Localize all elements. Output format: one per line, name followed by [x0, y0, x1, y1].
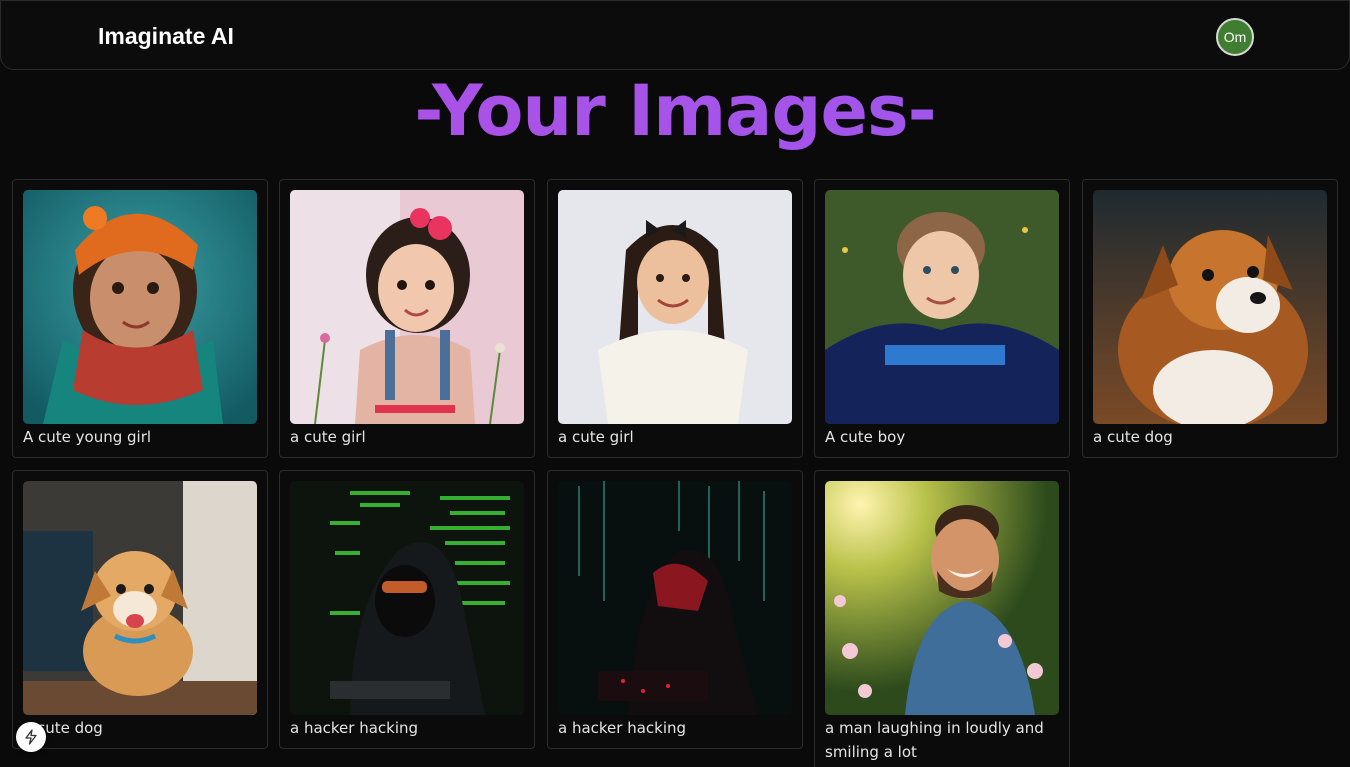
image-caption: A cute young girl [23, 428, 152, 446]
image-caption: a man laughing in loudly and smiling a l… [825, 719, 1044, 761]
generated-image[interactable] [825, 481, 1059, 715]
brand-logo-text[interactable]: Imaginate AI [98, 23, 234, 50]
generated-image[interactable] [290, 481, 524, 715]
generated-image[interactable] [23, 190, 257, 424]
lightning-bolt-button[interactable] [16, 722, 46, 752]
generated-image[interactable] [558, 481, 792, 715]
generated-image[interactable] [1093, 190, 1327, 424]
image-card[interactable]: a cute girl [279, 179, 535, 458]
generated-image[interactable] [558, 190, 792, 424]
image-card[interactable]: A cute young girl [12, 179, 268, 458]
image-caption: a cute girl [290, 428, 366, 446]
image-card[interactable]: a man laughing in loudly and smiling a l… [814, 470, 1070, 767]
image-caption: A cute boy [825, 428, 906, 446]
image-card[interactable]: A cute boy [814, 179, 1070, 458]
page-title: -Your Images- [0, 66, 1350, 156]
image-caption: a cute girl [558, 428, 634, 446]
image-card[interactable]: a hacker hacking [279, 470, 535, 749]
image-card[interactable]: a cute dog [1082, 179, 1338, 458]
generated-image[interactable] [825, 190, 1059, 424]
image-caption: a cute dog [1093, 428, 1173, 446]
image-card[interactable]: a cute girl [547, 179, 803, 458]
image-caption: a cute dog [23, 719, 103, 737]
generated-image[interactable] [290, 190, 524, 424]
lightning-bolt-icon [25, 729, 37, 745]
image-caption: a hacker hacking [558, 719, 687, 737]
generated-image[interactable] [23, 481, 257, 715]
user-avatar[interactable]: Om [1216, 18, 1254, 56]
image-caption: a hacker hacking [290, 719, 419, 737]
image-card[interactable]: a hacker hacking [547, 470, 803, 749]
navbar: Imaginate AI Om [0, 0, 1350, 70]
image-card[interactable]: a cute dog [12, 470, 268, 749]
